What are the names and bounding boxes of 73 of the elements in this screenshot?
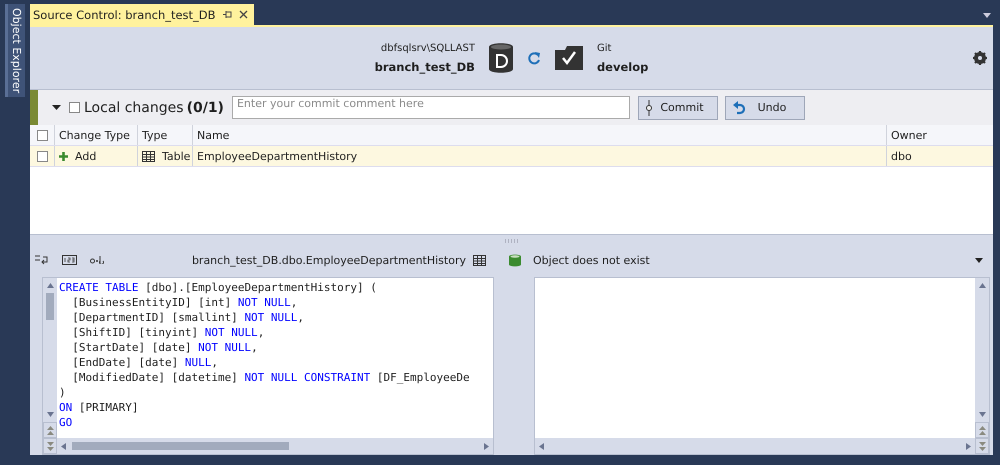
- accent-bar: [30, 90, 38, 125]
- scroll-up-icon[interactable]: [46, 283, 54, 288]
- plus-icon: [59, 152, 68, 160]
- sidebar-tab[interactable]: Object Explorer: [5, 4, 25, 98]
- next-difference-icon[interactable]: [46, 442, 54, 450]
- code-line: [DepartmentID] [smallint] NOT NULL,: [71, 310, 306, 325]
- horizontal-scrollbar[interactable]: [535, 438, 975, 454]
- scroll-right-icon[interactable]: [484, 442, 489, 450]
- row-checkbox[interactable]: [36, 150, 48, 162]
- undo-icon: [732, 100, 746, 114]
- code-line: [ShiftID] [tinyint] NOT NULL,: [71, 325, 266, 340]
- branch-name: develop: [596, 60, 648, 74]
- table-cell: EmployeeDepartmentHistory: [197, 150, 358, 162]
- table-cell: Add: [75, 150, 96, 162]
- change-count: (0/1): [186, 100, 224, 116]
- select-all-checkbox[interactable]: [69, 102, 80, 113]
- previous-difference-icon[interactable]: [46, 426, 54, 434]
- code-line: [StartDate] [date] NOT NULL,: [71, 340, 259, 355]
- table-row[interactable]: Add Table EmployeeDepartmentHistory dbo: [30, 146, 993, 167]
- code-line: ): [58, 385, 67, 400]
- collapse-icon[interactable]: [52, 105, 61, 110]
- dropdown-icon[interactable]: [975, 258, 983, 262]
- document-tab[interactable]: Source Control: branch_test_DB: [30, 4, 254, 25]
- scroll-down-icon[interactable]: [46, 412, 54, 417]
- word-wrap-icon[interactable]: [35, 254, 49, 266]
- next-difference-icon[interactable]: [978, 442, 986, 450]
- column-header[interactable]: Type: [138, 125, 193, 145]
- database-icon: [509, 254, 521, 266]
- code-line: CREATE TABLE [dbo].[EmployeeDepartmentHistory] (: [58, 280, 378, 295]
- scroll-thumb[interactable]: [46, 293, 54, 320]
- horizontal-scrollbar[interactable]: [57, 438, 493, 454]
- scroll-down-icon[interactable]: [978, 412, 986, 417]
- settings-icon[interactable]: [973, 51, 987, 65]
- scroll-up-icon[interactable]: [978, 283, 986, 288]
- undo-button[interactable]: Undo: [724, 96, 805, 120]
- refresh-icon[interactable]: [526, 51, 541, 65]
- section-label: Local changes: [84, 100, 184, 116]
- close-icon[interactable]: [238, 10, 248, 19]
- previous-difference-icon[interactable]: [978, 426, 986, 434]
- code-line: [BusinessEntityID] [int] NOT NULL,: [71, 295, 298, 310]
- code-line: [ModifiedDate] [datetime] NOT NULL CONSTRAINT [DF_EmployeeDe: [71, 370, 471, 385]
- code-line: GO: [58, 415, 74, 430]
- whitespace-icon[interactable]: [90, 256, 104, 264]
- column-header[interactable]: Name: [193, 125, 887, 145]
- commit-comment-field[interactable]: Enter your commit comment here: [232, 96, 630, 119]
- database-icon: [488, 43, 513, 73]
- column-header[interactable]: Owner: [887, 125, 993, 145]
- scroll-right-icon[interactable]: [966, 442, 971, 450]
- vertical-scrollbar[interactable]: [975, 278, 989, 454]
- table-icon: [142, 150, 155, 162]
- column-header[interactable]: Change Type: [55, 125, 138, 145]
- scroll-left-icon[interactable]: [61, 442, 66, 450]
- pin-icon[interactable]: [222, 10, 232, 19]
- scroll-thumb[interactable]: [72, 442, 289, 450]
- code-line: [EndDate] [date] NULL,: [71, 355, 219, 370]
- table-cell: Table: [162, 150, 190, 162]
- table-icon: [473, 254, 486, 266]
- splitter-grip-icon[interactable]: [504, 239, 520, 243]
- dropdown-icon[interactable]: [983, 13, 991, 18]
- scroll-left-icon[interactable]: [539, 442, 544, 450]
- object-path: branch_test_DB.dbo.EmployeeDepartmentHistory: [192, 254, 466, 266]
- vcs-name: Git: [596, 42, 612, 54]
- server-name: dbfsqlsrv\SQLLAST: [380, 42, 475, 54]
- table-cell: dbo: [891, 150, 912, 162]
- numbers-icon[interactable]: [62, 255, 77, 265]
- commit-button[interactable]: Commit: [638, 96, 718, 120]
- vertical-scrollbar[interactable]: [43, 278, 57, 454]
- database-name: branch_test_DB: [374, 60, 475, 74]
- code-line: ON [PRIMARY]: [58, 400, 140, 415]
- header-checkbox[interactable]: [36, 130, 48, 140]
- object-status: Object does not exist: [533, 254, 650, 266]
- commit-icon: [644, 100, 653, 116]
- repository-icon: [554, 46, 583, 70]
